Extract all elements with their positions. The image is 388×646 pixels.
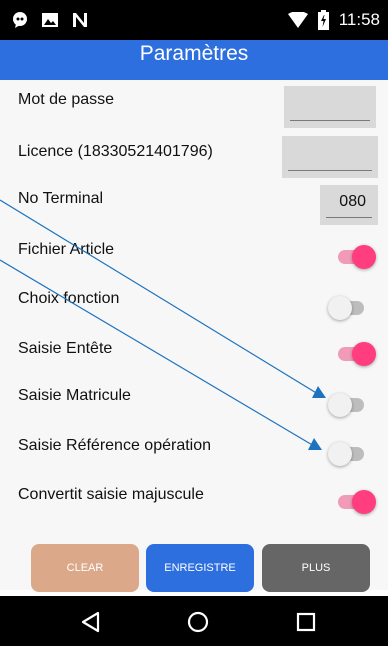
toggle-label-saisie-entete: Saisie Entête <box>18 340 113 357</box>
recents-icon[interactable] <box>296 612 316 632</box>
toggle-fichier-article[interactable] <box>336 245 376 269</box>
toggle-label-saisie-reference-operation: Saisie Référence opération <box>18 437 212 454</box>
status-left-icons <box>12 10 88 30</box>
toggle-label-convertit-saisie-majuscule: Convertit saisie majuscule <box>18 486 204 503</box>
wifi-icon <box>287 12 308 28</box>
toggle-label-choix-fonction: Choix fonction <box>18 290 120 307</box>
toggle-choix-fonction[interactable] <box>328 296 368 320</box>
toggle-saisie-entete[interactable] <box>336 342 376 366</box>
license-field[interactable] <box>282 136 378 178</box>
terminal-value: 080 <box>339 193 366 210</box>
password-label: Mot de passe <box>18 91 115 108</box>
toggle-thumb <box>352 342 376 366</box>
toggle-thumb <box>328 442 352 466</box>
toggle-label-fichier-article: Fichier Article <box>18 241 115 258</box>
n-logo-icon <box>73 13 87 27</box>
clear-button[interactable]: CLEAR <box>31 544 139 592</box>
status-right-icons: 11:58 <box>287 8 380 32</box>
app-header: Paramètres <box>0 40 388 80</box>
license-label: Licence (18330521401796) <box>18 143 213 160</box>
save-button[interactable]: ENREGISTRE <box>146 544 254 592</box>
toggle-label-saisie-matricule: Saisie Matricule <box>18 387 131 404</box>
image-icon <box>42 13 58 27</box>
message-icon <box>13 12 27 28</box>
device-screen: 11:58 Paramètres Mot de passe Licence (1… <box>0 0 388 646</box>
home-icon[interactable] <box>186 610 210 634</box>
battery-icon <box>317 10 329 30</box>
toggle-thumb <box>328 393 352 417</box>
toggle-thumb <box>352 490 376 514</box>
toggle-saisie-matricule[interactable] <box>328 393 368 417</box>
toggle-thumb <box>352 245 376 269</box>
password-field[interactable] <box>284 86 376 128</box>
page-title: Paramètres <box>139 42 249 65</box>
more-button[interactable]: PLUS <box>262 544 370 592</box>
toggle-thumb <box>328 296 352 320</box>
back-icon[interactable] <box>80 611 102 633</box>
status-bar: 11:58 <box>0 0 388 40</box>
android-nav-bar <box>0 596 388 646</box>
toggle-saisie-reference-operation[interactable] <box>328 442 368 466</box>
toggle-convertit-saisie-majuscule[interactable] <box>336 490 376 514</box>
license-underline <box>288 170 372 171</box>
terminal-label: No Terminal <box>18 190 104 207</box>
terminal-field[interactable]: 080 <box>320 185 378 225</box>
password-underline <box>290 120 370 121</box>
terminal-underline <box>326 217 372 218</box>
status-time: 11:58 <box>338 10 380 29</box>
